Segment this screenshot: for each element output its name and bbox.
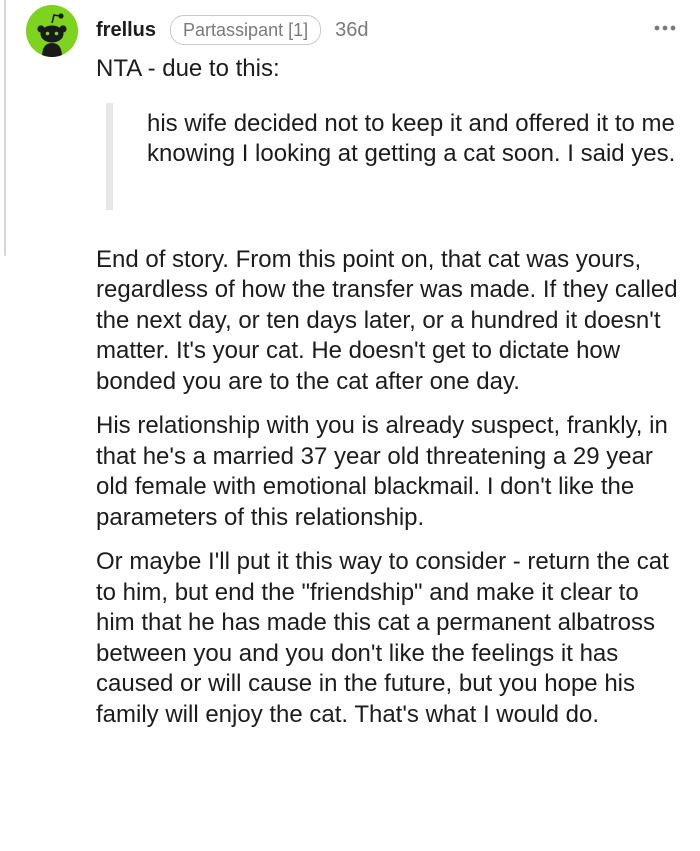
- username[interactable]: frellus: [96, 19, 156, 42]
- user-flair: Partassipant [1]: [170, 15, 322, 45]
- more-options-button[interactable]: [650, 14, 680, 42]
- comment-body: NTA - due to this: his wife decided not …: [96, 54, 680, 744]
- block-quote: his wife decided not to keep it and offe…: [106, 102, 680, 210]
- comment-age: 36d: [335, 18, 369, 41]
- comment-paragraph: Or maybe I'll put it this way to conside…: [96, 548, 669, 728]
- comment-header: frellus Partassipant [1] 36d: [96, 14, 368, 46]
- comment-paragraph: End of story. From this point on, that c…: [96, 245, 678, 395]
- comment-paragraph: His relationship with you is already sus…: [96, 412, 668, 531]
- thread-line[interactable]: [4, 0, 6, 256]
- quote-text: his wife decided not to keep it and offe…: [147, 109, 676, 168]
- comment-intro: NTA - due to this:: [96, 55, 280, 82]
- more-options-icon: [654, 25, 676, 31]
- reddit-snoo-avatar-icon: [26, 5, 78, 57]
- user-avatar[interactable]: [26, 5, 78, 57]
- comment-view: frellus Partassipant [1] 36d NTA - due t…: [0, 0, 700, 851]
